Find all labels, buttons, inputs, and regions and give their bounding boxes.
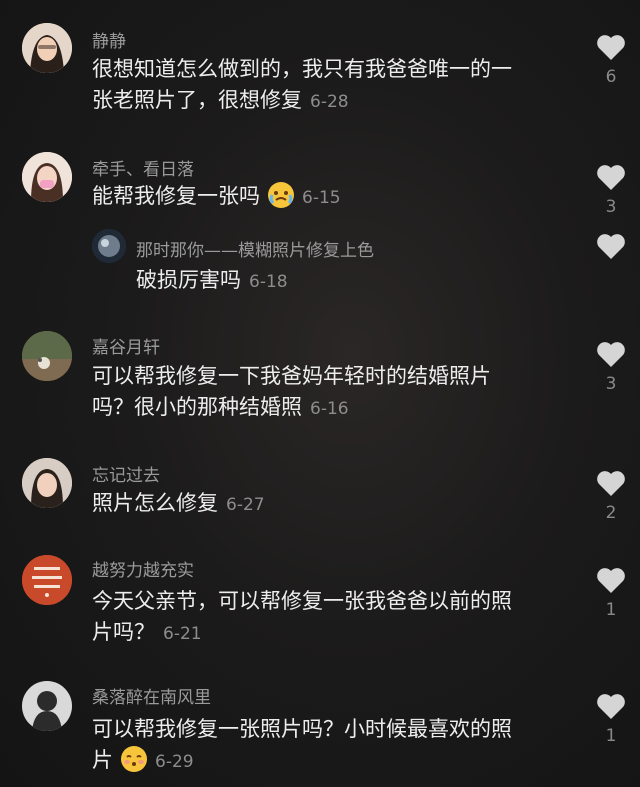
comment-username[interactable]: 那时那你——模糊照片修复上色 bbox=[136, 236, 374, 261]
comment-username[interactable]: 牵手、看日落 bbox=[92, 155, 194, 180]
like-button[interactable] bbox=[594, 232, 628, 260]
comment-date: 6-21 bbox=[163, 624, 202, 644]
heart-icon bbox=[597, 694, 625, 719]
like-button[interactable]: 3 bbox=[594, 163, 628, 217]
shy-face-emoji bbox=[121, 746, 147, 772]
heart-icon bbox=[597, 35, 625, 60]
like-button[interactable]: 3 bbox=[594, 340, 628, 394]
comment-date: 6-27 bbox=[226, 495, 265, 515]
comment-username[interactable]: 静静 bbox=[92, 27, 126, 52]
comment-text: 破损厉害吗 6-18 bbox=[136, 268, 288, 292]
avatar[interactable] bbox=[22, 681, 72, 731]
like-button[interactable]: 6 bbox=[594, 33, 628, 87]
comment-text: 能帮我修复一张吗 6-15 bbox=[92, 182, 341, 208]
comment-text: 可以帮我修复一下我爸妈年轻时的结婚照片 吗？很小的那种结婚照 6-16 bbox=[92, 364, 491, 419]
like-button[interactable]: 1 bbox=[594, 692, 628, 746]
avatar[interactable] bbox=[22, 331, 72, 381]
comment-date: 6-18 bbox=[249, 272, 288, 292]
comment-text: 很想知道怎么做到的，我只有我爸爸唯一的一 张老照片了，很想修复 6-28 bbox=[92, 57, 512, 112]
avatar[interactable] bbox=[22, 555, 72, 605]
comment-date: 6-16 bbox=[310, 399, 349, 419]
like-count: 2 bbox=[605, 503, 617, 523]
comment-username[interactable]: 越努力越充实 bbox=[92, 556, 194, 581]
avatar[interactable] bbox=[22, 23, 72, 73]
comment-date: 6-15 bbox=[302, 188, 341, 208]
comment-username[interactable]: 忘记过去 bbox=[92, 461, 160, 486]
avatar[interactable] bbox=[22, 458, 72, 508]
like-count: 3 bbox=[605, 374, 617, 394]
like-button[interactable]: 1 bbox=[594, 566, 628, 620]
comment-text: 照片怎么修复 6-27 bbox=[92, 491, 265, 515]
avatar-badge bbox=[22, 555, 72, 605]
comment-text: 可以帮我修复一张照片吗？小时候最喜欢的照 片 6-29 bbox=[92, 717, 512, 772]
comment-username[interactable]: 桑落醉在南风里 bbox=[92, 683, 211, 708]
like-count: 1 bbox=[605, 726, 617, 746]
avatar[interactable] bbox=[92, 229, 126, 263]
like-button[interactable]: 2 bbox=[594, 469, 628, 523]
like-count: 6 bbox=[605, 67, 617, 87]
comment-username[interactable]: 嘉谷月轩 bbox=[92, 333, 160, 358]
like-count: 1 bbox=[605, 600, 617, 620]
heart-icon bbox=[597, 568, 625, 593]
avatar[interactable] bbox=[22, 152, 72, 202]
comment-date: 6-29 bbox=[155, 752, 194, 772]
heart-icon bbox=[597, 342, 625, 367]
like-count: 3 bbox=[605, 197, 617, 217]
comment-text: 今天父亲节，可以帮修复一张我爸爸以前的照 片吗？ 6-21 bbox=[92, 589, 512, 644]
heart-icon bbox=[597, 471, 625, 496]
comment-date: 6-28 bbox=[310, 92, 349, 112]
crying-face-emoji bbox=[268, 182, 294, 208]
heart-icon bbox=[597, 165, 625, 190]
heart-icon bbox=[597, 234, 625, 259]
